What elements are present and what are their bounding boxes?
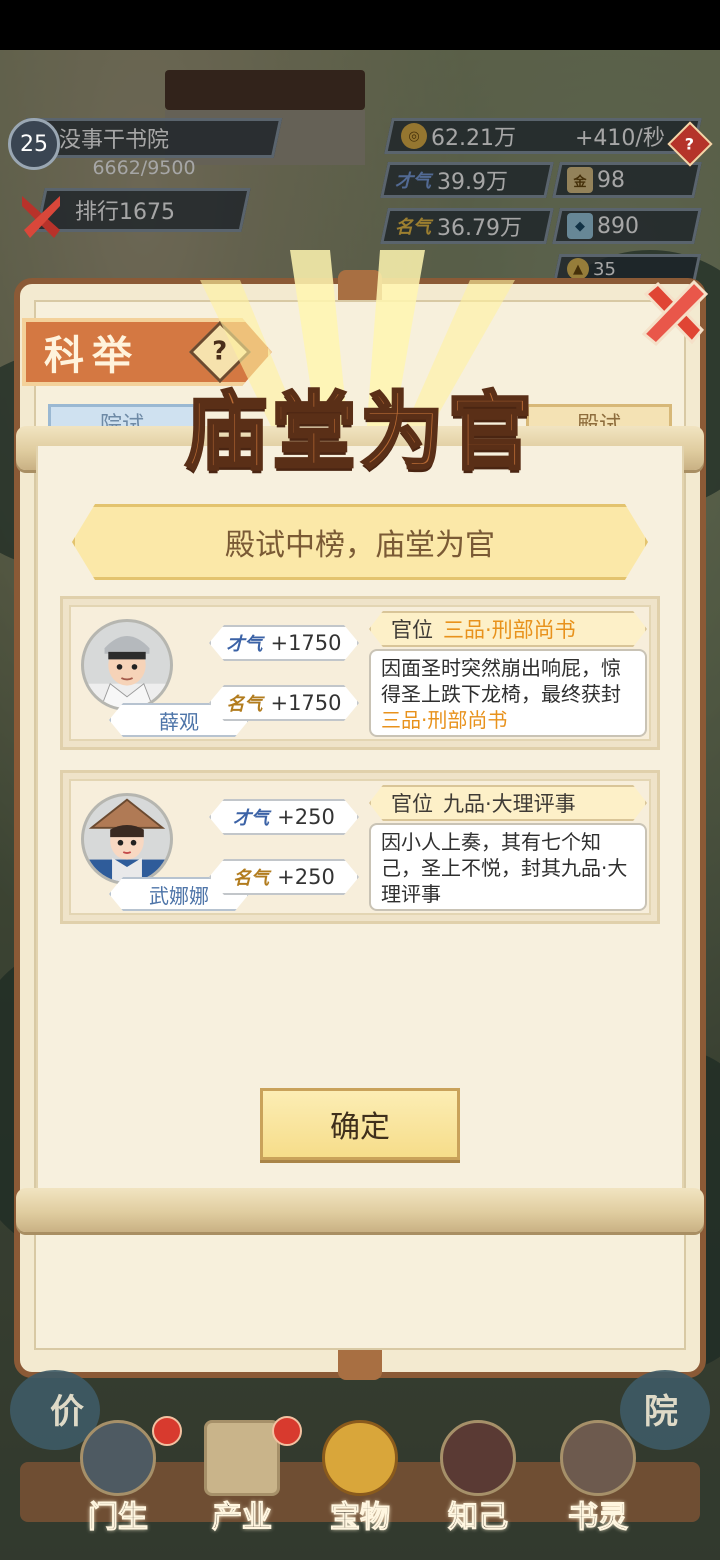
student-figure-icon <box>80 1420 156 1496</box>
keju-banner-label: 科举 <box>44 332 140 379</box>
talent-icon: 才气 <box>226 634 263 655</box>
student-name-text: 武娜娜 <box>149 883 209 908</box>
nav-label: 产业 <box>212 1500 273 1536</box>
compass-icon <box>322 1420 398 1496</box>
nav-item-confidants[interactable]: 知己 <box>418 1420 538 1540</box>
description-highlight: 三品·刑部尚书 <box>381 708 508 732</box>
map-icon <box>204 1420 280 1496</box>
help-icon: ? <box>685 134 695 154</box>
talent-gain: 才气 +1750 <box>209 625 359 661</box>
confirm-label: 确定 <box>330 1110 390 1145</box>
fame-gain-value: +250 <box>277 865 335 889</box>
description-text: 因面圣时突然崩出响屁，惊得圣上跌下龙椅，最终获封 <box>381 656 621 706</box>
post-value: 三品·刑部尚书 <box>443 618 576 642</box>
talent-gain-value: +250 <box>277 805 335 829</box>
close-icon[interactable] <box>636 276 712 352</box>
subtitle-text: 殿试中榜，庙堂为官 <box>225 528 495 563</box>
notification-dot <box>272 1416 302 1446</box>
status-bar <box>0 0 720 50</box>
official-post: 官位 三品·刑部尚书 <box>369 611 647 647</box>
nav-label: 书灵 <box>568 1500 629 1536</box>
student-avatar <box>81 619 173 711</box>
student-name-text: 薛观 <box>159 709 199 734</box>
popup-title: 庙堂为官 <box>182 381 536 483</box>
scroll-bottom-rod <box>16 1188 704 1232</box>
nav-item-treasure[interactable]: 宝物 <box>300 1420 420 1540</box>
talent-gain-value: +1750 <box>270 631 342 655</box>
confirm-button[interactable]: 确定 <box>260 1088 460 1160</box>
notification-dot <box>152 1416 182 1446</box>
post-value: 九品·大理评事 <box>443 792 576 816</box>
official-post: 官位 九品·大理评事 <box>369 785 647 821</box>
fame-gain: 名气 +1750 <box>209 685 359 721</box>
level-badge[interactable]: 25 <box>8 118 60 170</box>
appointment-description: 因小人上奏，其有七个知己，圣上不悦，封其九品·大理评事 <box>369 823 647 911</box>
post-label: 官位 <box>391 618 433 642</box>
nav-label: 宝物 <box>330 1500 391 1536</box>
student-result-card: 薛观 才气 +1750 名气 +1750 官位 三品·刑部尚书 因面圣时突然崩出… <box>60 596 660 750</box>
bottom-nav: 门生 产业 宝物 知己 书灵 <box>0 1400 720 1560</box>
question-icon: ? <box>212 337 228 367</box>
nav-label: 知己 <box>448 1500 509 1536</box>
popup-subtitle: 殿试中榜，庙堂为官 <box>72 504 648 580</box>
fame-icon: 名气 <box>233 868 270 889</box>
confidant-portrait-icon <box>440 1420 516 1496</box>
student-result-card: 武娜娜 才气 +250 名气 +250 官位 九品·大理评事 因小人上奏，其有七… <box>60 770 660 924</box>
fame-gain-value: +1750 <box>270 691 342 715</box>
book-spirit-portrait-icon <box>560 1420 636 1496</box>
nav-label: 门生 <box>88 1500 149 1536</box>
post-label: 官位 <box>391 792 433 816</box>
nav-item-book-spirit[interactable]: 书灵 <box>538 1420 658 1540</box>
description-text: 因小人上奏，其有七个知己，圣上不悦，封其九品·大理评事 <box>381 830 628 906</box>
rank-ribbon-icon <box>22 196 60 238</box>
appointment-description: 因面圣时突然崩出响屁，惊得圣上跌下龙椅，最终获封三品·刑部尚书 <box>369 649 647 737</box>
fame-icon: 名气 <box>226 694 263 715</box>
student-avatar <box>81 793 173 885</box>
talent-icon: 才气 <box>233 808 270 829</box>
level-value: 25 <box>20 131 48 157</box>
talent-gain: 才气 +250 <box>209 799 359 835</box>
fame-gain: 名气 +250 <box>209 859 359 895</box>
